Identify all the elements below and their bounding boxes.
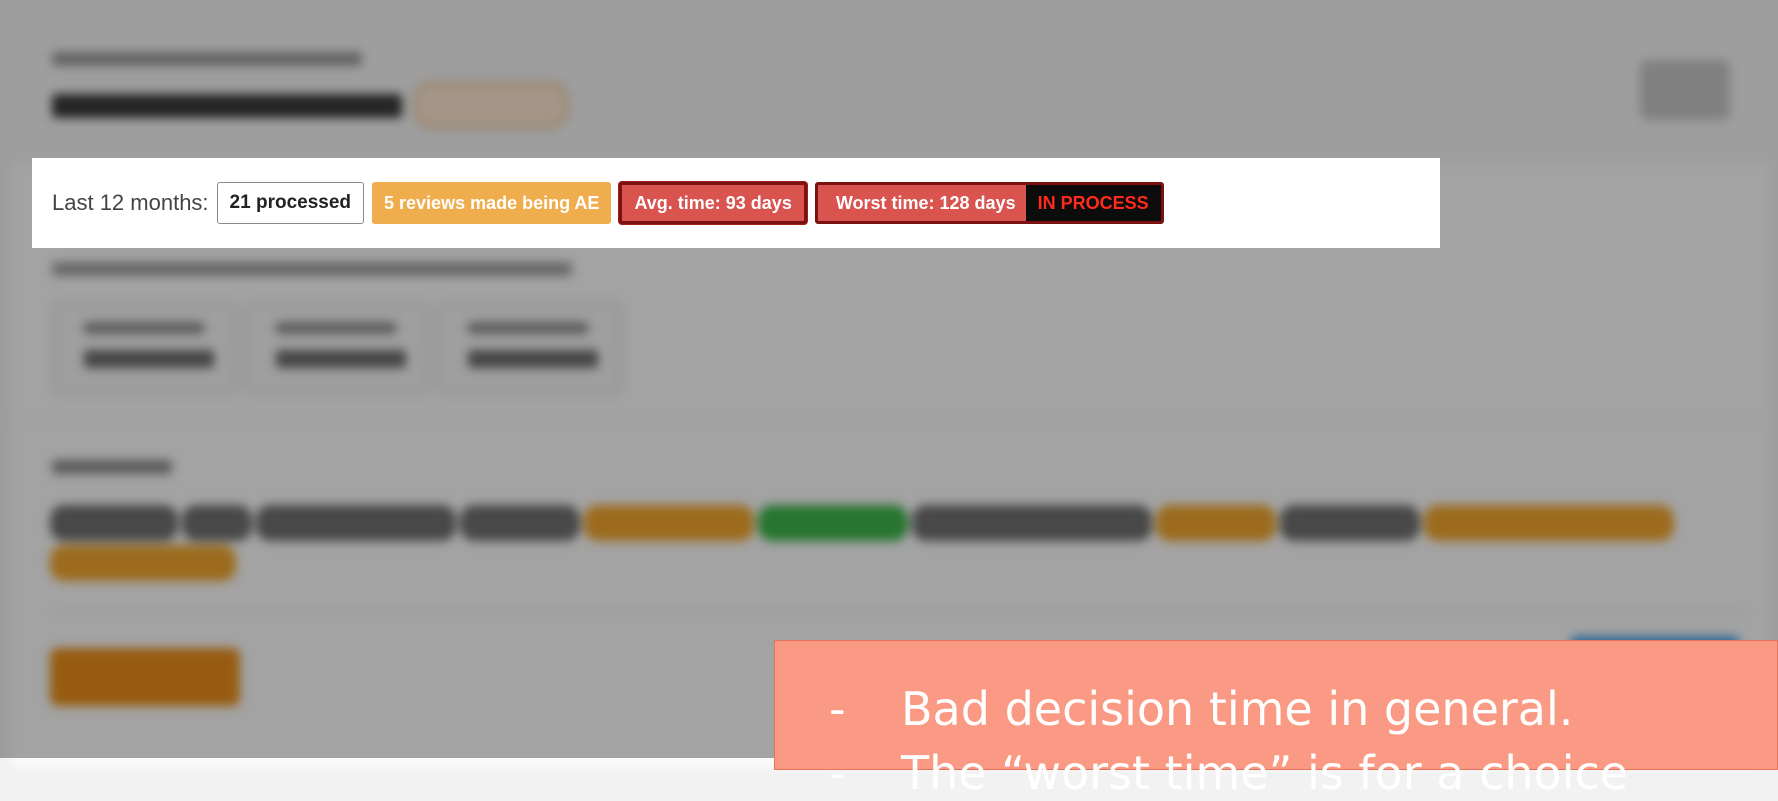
processed-count-badge: 21 processed	[216, 182, 365, 224]
bullet-dash: -	[829, 682, 846, 736]
stats-strip: Last 12 months: 21 processed 5 reviews m…	[32, 158, 1440, 248]
average-time-badge: Avg. time: 93 days	[619, 182, 807, 224]
annotation-item: - The “worst time” is for a choice	[829, 745, 1628, 801]
in-process-status: IN PROCESS	[1025, 185, 1161, 221]
annotation-item: - Bad decision time in general.	[829, 681, 1573, 737]
annotation-text: The “worst time” is for a choice	[901, 746, 1629, 800]
bullet-dash: -	[829, 746, 846, 800]
ae-reviews-badge: 5 reviews made being AE	[372, 182, 612, 224]
worst-time-label: Worst time: 128 days	[835, 192, 1016, 213]
worst-time-badge: Worst time: 128 days IN PROCESS	[814, 182, 1164, 224]
stats-label: Last 12 months:	[52, 190, 209, 215]
annotation-text: Bad decision time in general.	[901, 682, 1574, 736]
annotation-callout: - Bad decision time in general. - The “wor…	[774, 640, 1778, 800]
